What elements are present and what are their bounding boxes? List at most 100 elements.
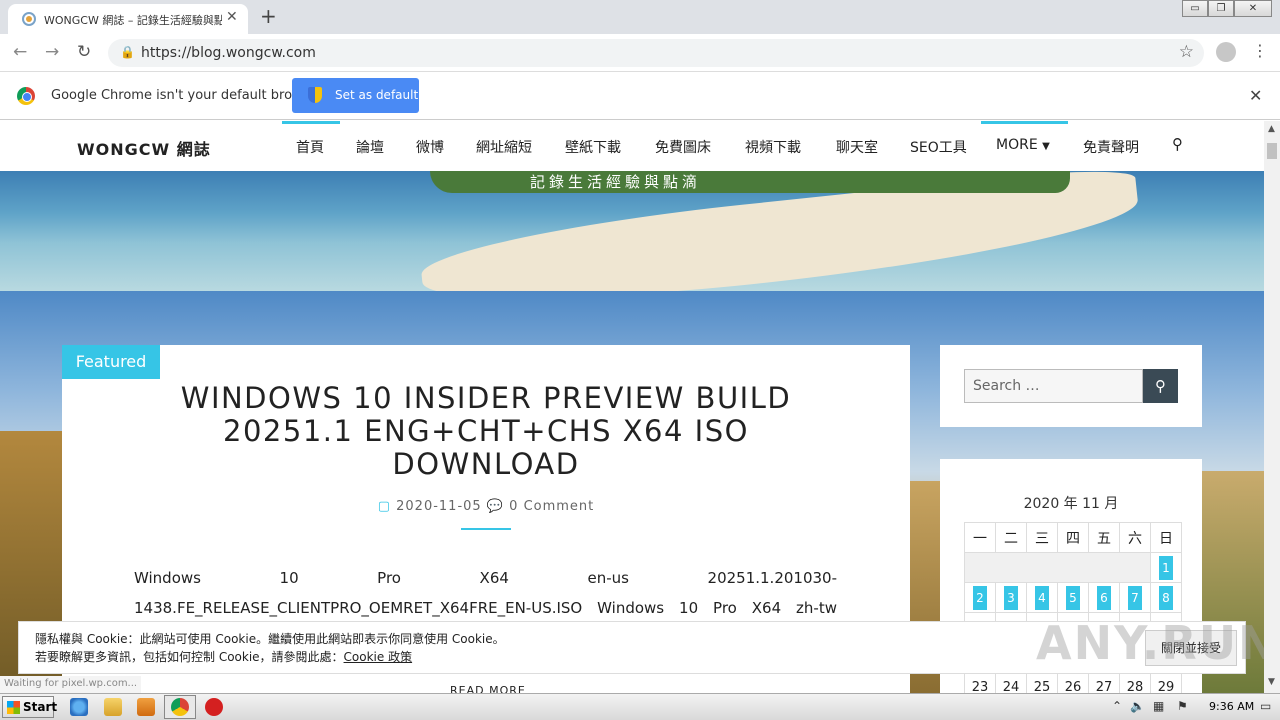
calendar-day[interactable]: 6 [1088, 582, 1120, 613]
tray-expand-icon[interactable]: ⌃ [1112, 699, 1122, 713]
menu-item-wallpaper[interactable]: 壁紙下載 [565, 137, 621, 157]
file-explorer-icon[interactable] [104, 698, 122, 716]
forward-arrow-icon[interactable]: → [45, 42, 59, 62]
scrollbar-thumb[interactable] [1267, 143, 1277, 159]
taskbar-clock[interactable]: 9:36 AM [1209, 700, 1254, 713]
cookie-text-line2: 若要瞭解更多資訊，包括如何控制 Cookie，請參閱此處：Cookie 政策 [35, 648, 412, 665]
taskbar-chrome-button[interactable] [164, 695, 196, 719]
menu-item-video-download[interactable]: 視頻下載 [745, 137, 801, 157]
bookmark-star-icon[interactable]: ☆ [1179, 42, 1194, 62]
tab-title: WONGCW 網誌 – 記錄生活經驗與點 [44, 14, 222, 27]
featured-badge[interactable]: Featured [62, 345, 160, 379]
search-widget: Search … ⚲ [940, 345, 1202, 427]
calendar-day[interactable]: 3 [995, 582, 1027, 613]
status-bubble: Waiting for pixel.wp.com... [0, 676, 142, 693]
infobar-message: Google Chrome isn't your default browser [51, 88, 323, 103]
menu-item-more-label: MORE [996, 137, 1038, 153]
trees-decor [430, 171, 1070, 193]
media-player-icon[interactable] [137, 698, 155, 716]
weekday-header: 四 [1057, 522, 1089, 553]
menu-active-indicator-more [981, 121, 1068, 124]
windows-logo-icon [7, 701, 20, 714]
post-title[interactable]: WINDOWS 10 INSIDER PREVIEW BUILD 20251.1… [142, 382, 830, 481]
window-close-button[interactable]: ✕ [1234, 0, 1272, 17]
browser-tab[interactable]: WONGCW 網誌 – 記錄生活經驗與點 ✕ [8, 4, 248, 34]
calendar-day-link[interactable]: 5 [1066, 585, 1080, 610]
profile-avatar-icon[interactable] [1216, 42, 1236, 62]
chrome-logo-icon [17, 87, 35, 105]
url-text[interactable]: https://blog.wongcw.com [141, 45, 316, 61]
default-browser-infobar: Google Chrome isn't your default browser… [0, 72, 1280, 120]
comment-icon: 💬 [486, 499, 505, 514]
maximize-button[interactable]: ❐ [1208, 0, 1234, 17]
internet-explorer-icon[interactable] [70, 698, 88, 716]
calendar-day-link[interactable]: 1 [1159, 555, 1173, 580]
weekday-header: 六 [1119, 522, 1151, 553]
menu-item-more[interactable]: MORE ▼ [996, 137, 1050, 153]
menu-item-disclaimer[interactable]: 免責聲明 [1083, 137, 1139, 157]
menu-item-seo-tools[interactable]: SEO工具 [910, 137, 967, 157]
reload-icon[interactable]: ↻ [77, 42, 91, 62]
calendar-table: 一 二 三 四 五 六 日 1 2 3 4 5 6 7 8 23 24 25 2… [964, 522, 1182, 703]
address-bar[interactable]: 🔒 https://blog.wongcw.com ☆ [108, 39, 1204, 67]
browser-toolbar: ← → ↻ 🔒 https://blog.wongcw.com ☆ ⋮ [0, 34, 1280, 72]
chrome-menu-icon[interactable]: ⋮ [1252, 41, 1268, 60]
post-excerpt: Windows 10 Pro X64 en-us 20251.1.201030-… [134, 569, 837, 617]
infobar-close-icon[interactable]: ✕ [1249, 86, 1262, 105]
calendar-day[interactable]: 1 [1150, 552, 1182, 583]
calendar-day-link[interactable]: 8 [1159, 585, 1173, 610]
site-favicon-icon [22, 12, 36, 26]
back-arrow-icon[interactable]: ← [13, 42, 27, 62]
cookie-policy-link[interactable]: Cookie 政策 [344, 650, 413, 664]
search-icon: ⚲ [1155, 377, 1166, 395]
chrome-icon [171, 698, 189, 716]
calendar-day-link[interactable]: 6 [1097, 585, 1111, 610]
hero-banner: 記錄生活經驗與點滴 [0, 171, 1264, 291]
antivirus-icon[interactable] [205, 698, 223, 716]
page-scrollbar[interactable]: ▲ ▼ [1264, 121, 1280, 693]
minimize-button[interactable]: ▭ [1182, 0, 1208, 17]
meta-divider [461, 528, 511, 530]
calendar-pad [964, 552, 1151, 583]
show-desktop-icon[interactable]: ▭ [1260, 699, 1271, 713]
search-submit-button[interactable]: ⚲ [1143, 369, 1178, 403]
menu-item-forum[interactable]: 論壇 [356, 137, 384, 157]
lock-icon[interactable]: 🔒 [120, 45, 135, 59]
calendar-title: 2020 年 11 月 [1023, 496, 1119, 512]
menu-item-home[interactable]: 首頁 [296, 137, 324, 157]
start-label: Start [23, 700, 58, 714]
start-button[interactable]: Start [2, 696, 58, 718]
calendar-day[interactable]: 8 [1150, 582, 1182, 613]
search-input[interactable]: Search … [964, 369, 1143, 403]
calendar-day-link[interactable]: 2 [973, 585, 987, 610]
scroll-down-icon[interactable]: ▼ [1268, 677, 1275, 687]
menu-item-url-shortener[interactable]: 網址縮短 [476, 137, 532, 157]
calendar-day[interactable]: 4 [1026, 582, 1058, 613]
site-header: WONGCW 網誌 首頁 論壇 微博 網址縮短 壁紙下載 免費圖床 視頻下載 聊… [0, 121, 1264, 171]
search-icon[interactable]: ⚲ [1172, 135, 1183, 153]
calendar-day-link[interactable]: 3 [1004, 585, 1018, 610]
action-center-flag-icon[interactable]: ⚑ [1177, 699, 1188, 713]
menu-item-image-host[interactable]: 免費圖床 [655, 137, 711, 157]
uac-shield-icon [308, 87, 322, 103]
network-icon[interactable]: ▦ [1153, 699, 1164, 713]
anyrun-watermark: ANY.RUN [1036, 616, 1279, 670]
post-date[interactable]: 2020-11-05 [396, 499, 482, 514]
menu-item-weibo[interactable]: 微博 [416, 137, 444, 157]
menu-item-chatroom[interactable]: 聊天室 [836, 137, 878, 157]
cookie-text-line1: 隱私權與 Cookie：此網站可使用 Cookie。繼續使用此網站即表示你同意使… [35, 632, 505, 646]
calendar-day[interactable]: 7 [1119, 582, 1151, 613]
calendar-day[interactable]: 2 [964, 582, 996, 613]
calendar-day-link[interactable]: 4 [1035, 585, 1049, 610]
scroll-up-icon[interactable]: ▲ [1268, 124, 1275, 134]
post-comments[interactable]: 0 Comment [509, 499, 594, 514]
post-meta: ▢ 2020-11-05 💬 0 Comment [62, 499, 910, 514]
volume-icon[interactable]: 🔈 [1130, 699, 1145, 713]
site-logo[interactable]: WONGCW 網誌 [77, 136, 211, 160]
tab-strip: WONGCW 網誌 – 記錄生活經驗與點 ✕ + ▭ ❐ ✕ [0, 0, 1280, 34]
calendar-day[interactable]: 5 [1057, 582, 1089, 613]
calendar-day-link[interactable]: 7 [1128, 585, 1142, 610]
tab-close-icon[interactable]: ✕ [226, 9, 238, 25]
set-as-default-button[interactable]: Set as default [292, 78, 419, 113]
new-tab-button[interactable]: + [260, 4, 277, 28]
